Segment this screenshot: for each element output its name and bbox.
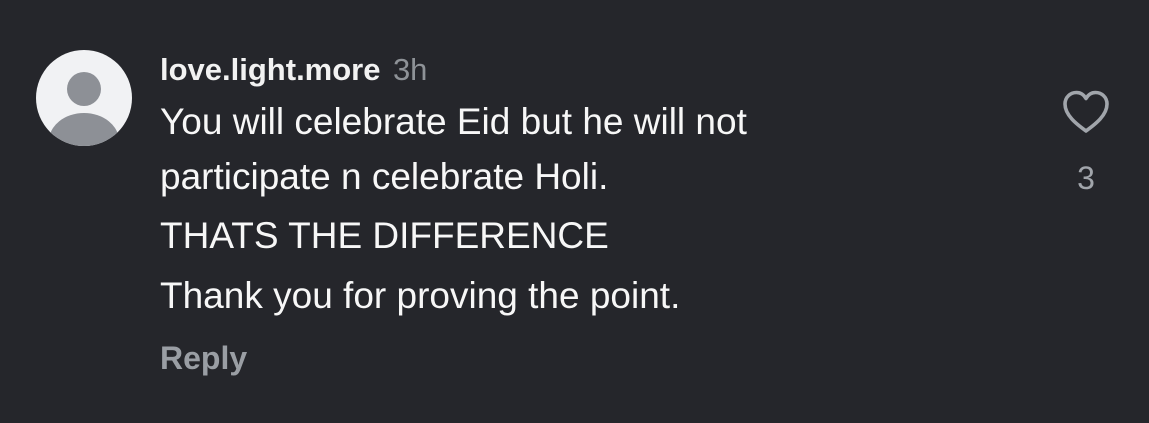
comment: love.light.more 3h You will celebrate Ei… bbox=[0, 0, 1149, 423]
like-button[interactable] bbox=[1058, 84, 1114, 140]
reply-button[interactable]: Reply bbox=[160, 340, 247, 377]
comment-text-paragraph: THATS THE DIFFERENCE bbox=[160, 215, 609, 256]
heart-outline-icon bbox=[1063, 90, 1109, 133]
comment-body: love.light.more 3h You will celebrate Ei… bbox=[160, 48, 1020, 326]
default-profile-icon bbox=[49, 72, 119, 146]
comment-meta: love.light.more 3h bbox=[160, 48, 1020, 92]
comment-text-paragraph: Thank you for proving the point. bbox=[160, 275, 681, 316]
like-count: 3 bbox=[1077, 160, 1095, 196]
username[interactable]: love.light.more bbox=[160, 52, 380, 87]
timestamp: 3h bbox=[392, 52, 428, 87]
like-section: 3 bbox=[1058, 84, 1114, 197]
comment-text-paragraph: You will celebrate Eid but he will not p… bbox=[160, 101, 758, 197]
avatar[interactable] bbox=[36, 50, 132, 146]
